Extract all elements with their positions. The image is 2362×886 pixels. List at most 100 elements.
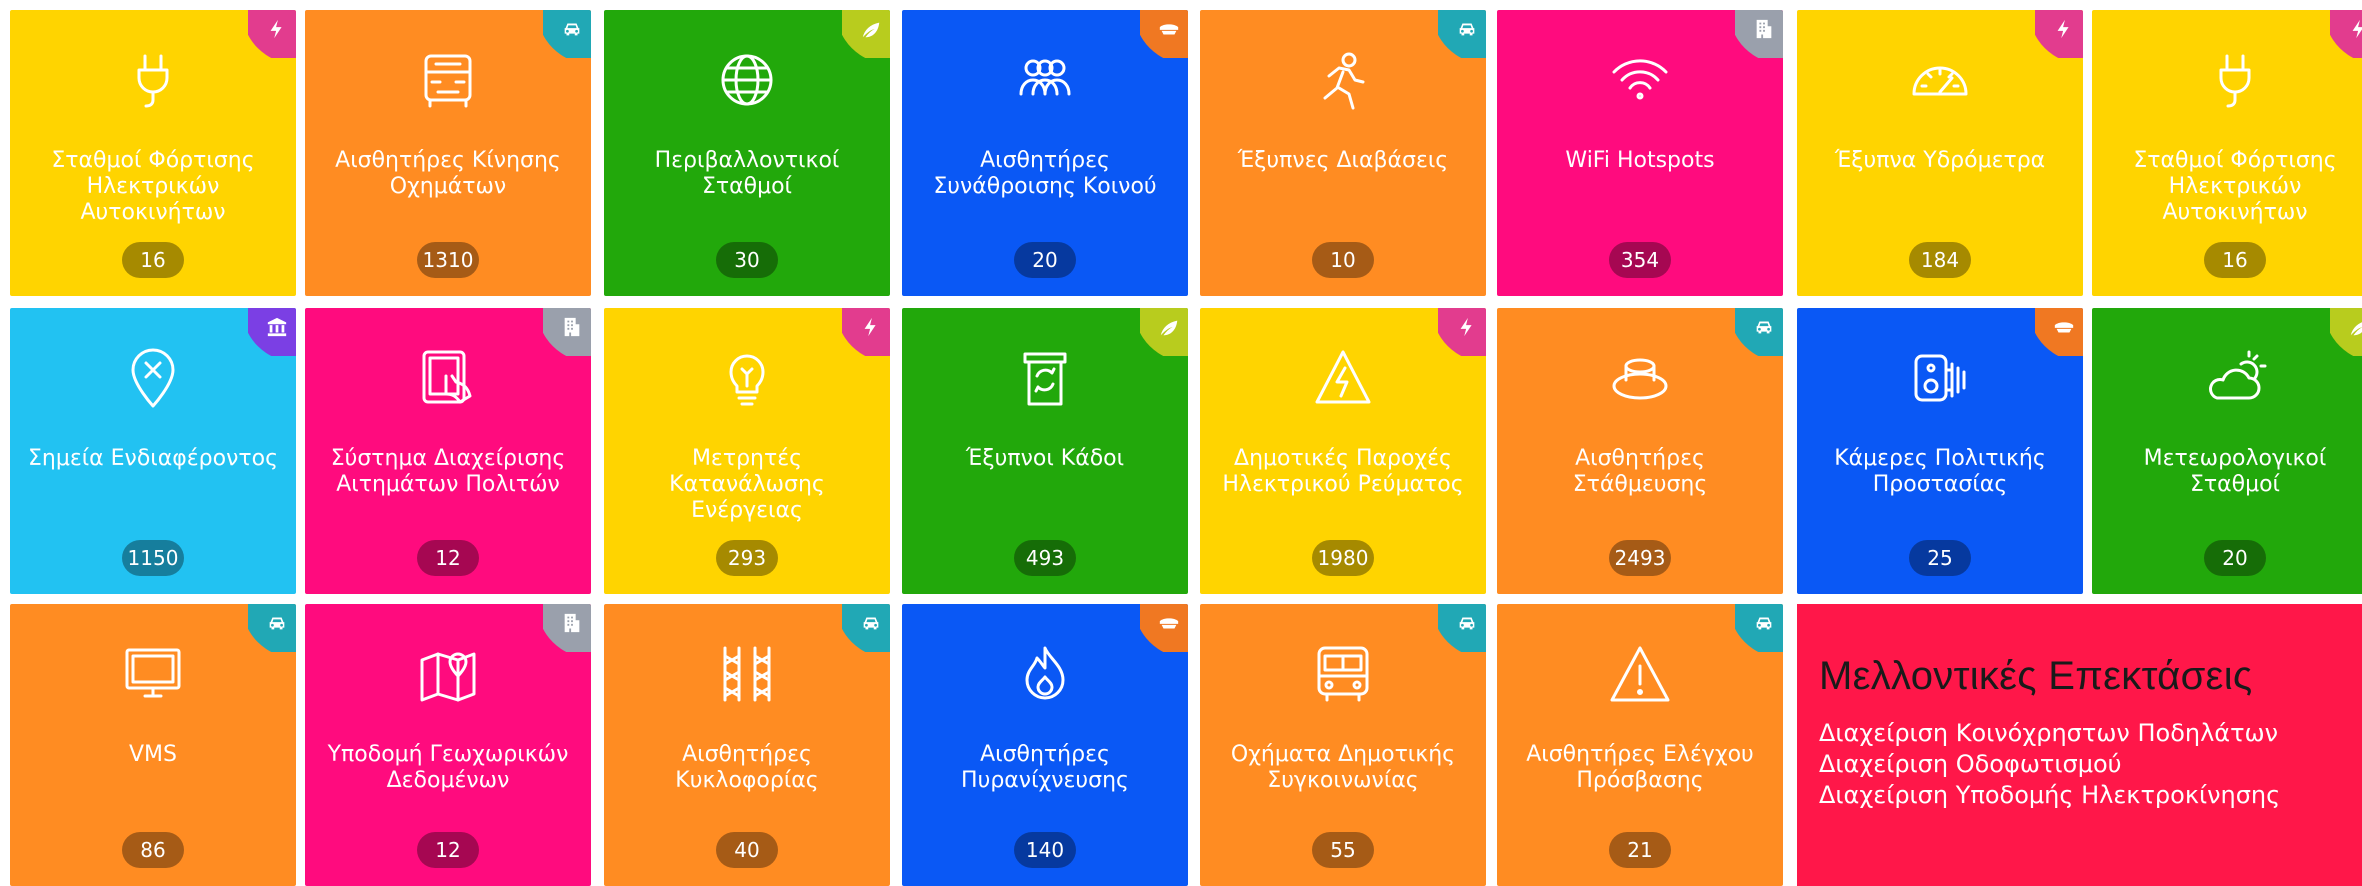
- tile-count-badge: 20: [1014, 242, 1076, 278]
- energy-bolt-icon: [248, 10, 296, 58]
- service-tile[interactable]: WiFi Hotspots 354: [1497, 10, 1783, 296]
- recycle-bin-icon: [1013, 346, 1077, 410]
- service-tile[interactable]: Δημοτικές Παροχές Ηλεκτρικού Ρεύματος 198…: [1200, 308, 1486, 594]
- tile-count-badge: 86: [122, 832, 184, 868]
- tile-label: Αισθητήρες Πυρανίχνευσης: [961, 742, 1129, 793]
- tile-label: Αισθητήρες Συνάθροισης Κοινού: [933, 148, 1157, 199]
- globe-icon: [715, 48, 779, 112]
- service-tile[interactable]: Αισθητήρες Πυρανίχνευσης 140: [902, 604, 1188, 886]
- energy-bolt-icon: [2330, 10, 2362, 58]
- tile-label: Αισθητήρες Κίνησης Οχημάτων: [335, 148, 561, 199]
- service-tile[interactable]: Αισθητήρες Κυκλοφορίας 40: [604, 604, 890, 886]
- map-icon: [416, 642, 480, 706]
- tile-count-badge: 21: [1609, 832, 1671, 868]
- tile-label: Οχήματα Δημοτικής Συγκοινωνίας: [1230, 742, 1456, 793]
- tile-label: Σταθμοί Φόρτισης Ηλεκτρικών Αυτοκινήτων: [51, 148, 255, 225]
- service-tile[interactable]: Αισθητήρες Κίνησης Οχημάτων 1310: [305, 10, 591, 296]
- tile-label: Σύστημα Διαχείρισης Αιτημάτων Πολιτών: [330, 446, 566, 497]
- tile-count-badge: 293: [716, 540, 778, 576]
- future-extension-item: Διαχείριση Υποδομής Ηλεκτροκίνησης: [1819, 781, 2281, 809]
- tile-label: Μετρητές Κατανάλωσης Ενέργειας: [669, 446, 825, 523]
- truck-front-icon: [416, 48, 480, 112]
- service-tile[interactable]: Αισθητήρες Συνάθροισης Κοινού 20: [902, 10, 1188, 296]
- tile-count-badge: 55: [1312, 832, 1374, 868]
- service-tile[interactable]: Σύστημα Διαχείρισης Αιτημάτων Πολιτών 12: [305, 308, 591, 594]
- service-tile[interactable]: Σημεία Ενδιαφέροντος 1150: [10, 308, 296, 594]
- tile-count-badge: 1310: [417, 242, 479, 278]
- leaf-icon: [2330, 308, 2362, 356]
- future-extensions-list: Διαχείριση Κοινόχρηστων Ποδηλάτων Διαχεί…: [1819, 718, 2280, 811]
- high-voltage-icon: [1311, 346, 1375, 410]
- energy-bolt-icon: [842, 308, 890, 356]
- tile-count-badge: 184: [1909, 242, 1971, 278]
- camera-icon: [1908, 346, 1972, 410]
- parking-sensor-icon: [1608, 346, 1672, 410]
- car-icon: [1735, 604, 1783, 652]
- tile-count-badge: 30: [716, 242, 778, 278]
- police-cap-icon: [2035, 308, 2083, 356]
- building-icon: [543, 308, 591, 356]
- service-tile[interactable]: Αισθητήρες Ελέγχου Πρόσβασης 21: [1497, 604, 1783, 886]
- tablet-touch-icon: [416, 346, 480, 410]
- road-lanes-icon: [715, 642, 779, 706]
- service-tile[interactable]: Σταθμοί Φόρτισης Ηλεκτρικών Αυτοκινήτων 1…: [2092, 10, 2362, 296]
- plug-icon: [2203, 48, 2267, 112]
- service-tile[interactable]: Έξυπνα Υδρόμετρα 184: [1797, 10, 2083, 296]
- bus-icon: [1311, 642, 1375, 706]
- future-extension-item: Διαχείριση Κοινόχρηστων Ποδηλάτων: [1819, 719, 2279, 747]
- sun-cloud-icon: [2203, 346, 2267, 410]
- service-tile[interactable]: Αισθητήρες Στάθμευσης 2493: [1497, 308, 1783, 594]
- tile-count-badge: 1980: [1312, 540, 1374, 576]
- police-cap-icon: [1140, 10, 1188, 58]
- energy-bolt-icon: [2035, 10, 2083, 58]
- tile-label: VMS: [129, 742, 177, 767]
- future-extensions-title: Μελλοντικές Επεκτάσεις: [1819, 654, 2253, 698]
- tile-count-badge: 1150: [122, 540, 184, 576]
- tile-count-badge: 493: [1014, 540, 1076, 576]
- police-cap-icon: [1140, 604, 1188, 652]
- pedestrian-icon: [1311, 48, 1375, 112]
- tile-count-badge: 16: [122, 242, 184, 278]
- car-icon: [248, 604, 296, 652]
- tile-count-badge: 40: [716, 832, 778, 868]
- future-extension-item: Διαχείριση Οδοφωτισμού: [1819, 750, 2122, 778]
- lightbulb-icon: [715, 346, 779, 410]
- crowd-icon: [1013, 48, 1077, 112]
- building-icon: [543, 604, 591, 652]
- tile-count-badge: 140: [1014, 832, 1076, 868]
- tile-count-badge: 20: [2204, 540, 2266, 576]
- service-tile[interactable]: Υποδομή Γεωχωρικών Δεδομένων 12: [305, 604, 591, 886]
- car-icon: [842, 604, 890, 652]
- tile-count-badge: 354: [1609, 242, 1671, 278]
- service-tile[interactable]: Οχήματα Δημοτικής Συγκοινωνίας 55: [1200, 604, 1486, 886]
- monitor-icon: [121, 642, 185, 706]
- tile-label: Υποδομή Γεωχωρικών Δεδομένων: [327, 742, 569, 793]
- gauge-icon: [1908, 48, 1972, 112]
- tile-label: Αισθητήρες Στάθμευσης: [1572, 446, 1708, 497]
- leaf-icon: [1140, 308, 1188, 356]
- service-tile[interactable]: Σταθμοί Φόρτισης Ηλεκτρικών Αυτοκινήτων 1…: [10, 10, 296, 296]
- warning-icon: [1608, 642, 1672, 706]
- service-tile[interactable]: Έξυπνες Διαβάσεις 10: [1200, 10, 1486, 296]
- service-tile[interactable]: VMS 86: [10, 604, 296, 886]
- car-icon: [1735, 308, 1783, 356]
- map-pin-x-icon: [121, 346, 185, 410]
- tile-count-badge: 12: [417, 540, 479, 576]
- leaf-icon: [842, 10, 890, 58]
- tile-label: Περιβαλλοντικοί Σταθμοί: [654, 148, 840, 199]
- service-tile[interactable]: Μετρητές Κατανάλωσης Ενέργειας 293: [604, 308, 890, 594]
- service-tile[interactable]: Μετεωρολογικοί Σταθμοί 20: [2092, 308, 2362, 594]
- building-icon: [1735, 10, 1783, 58]
- future-extensions-panel: Μελλοντικές Επεκτάσεις Διαχείριση Κοινόχ…: [1797, 604, 2362, 886]
- tile-label: Έξυπνες Διαβάσεις: [1237, 148, 1449, 173]
- service-tile[interactable]: Περιβαλλοντικοί Σταθμοί 30: [604, 10, 890, 296]
- service-tile[interactable]: Έξυπνοι Κάδοι 493: [902, 308, 1188, 594]
- tile-label: Αισθητήρες Ελέγχου Πρόσβασης: [1526, 742, 1754, 793]
- car-icon: [1438, 604, 1486, 652]
- tile-label: Έξυπνα Υδρόμετρα: [1834, 148, 2046, 173]
- tile-count-badge: 12: [417, 832, 479, 868]
- tile-label: Αισθητήρες Κυκλοφορίας: [675, 742, 819, 793]
- service-tile[interactable]: Κάμερες Πολιτικής Προστασίας 25: [1797, 308, 2083, 594]
- tile-count-badge: 2493: [1609, 540, 1671, 576]
- wifi-icon: [1608, 48, 1672, 112]
